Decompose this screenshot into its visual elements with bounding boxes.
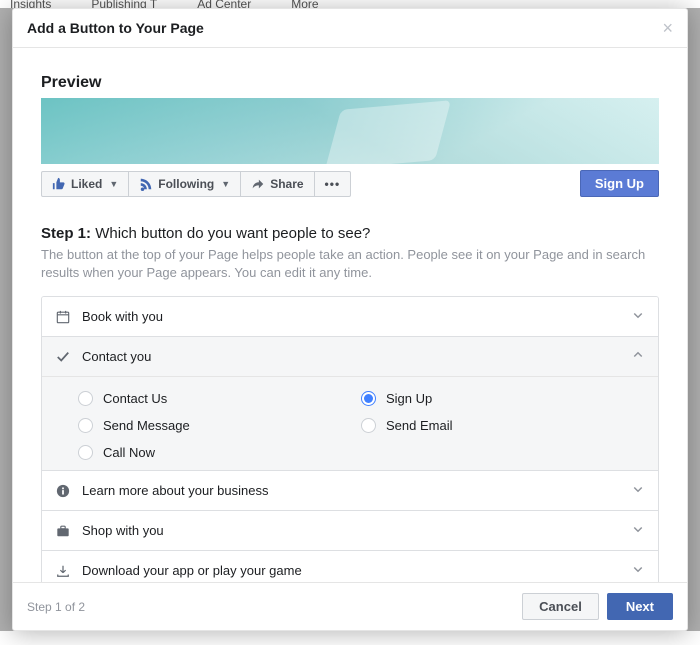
step-description: The button at the top of your Page helps…: [41, 246, 659, 282]
caret-down-icon: ▼: [109, 179, 118, 189]
caret-down-icon: ▼: [221, 179, 230, 189]
option-sign-up[interactable]: Sign Up: [361, 385, 644, 412]
chevron-up-icon: [632, 349, 644, 364]
page-cover-preview: [41, 98, 659, 164]
check-icon: [56, 350, 70, 364]
radio-icon: [78, 445, 93, 460]
panel-download[interactable]: Download your app or play your game: [42, 551, 658, 582]
chevron-down-icon: [632, 309, 644, 324]
option-send-message[interactable]: Send Message: [78, 412, 361, 439]
chevron-down-icon: [632, 563, 644, 578]
following-button[interactable]: Following ▼: [129, 171, 241, 197]
preview-heading: Preview: [41, 74, 659, 92]
next-button[interactable]: Next: [607, 593, 673, 620]
more-button[interactable]: •••: [315, 171, 352, 197]
button-category-accordion: Book with you Contact you: [41, 296, 659, 582]
radio-checked-icon: [361, 391, 376, 406]
option-call-now[interactable]: Call Now: [78, 439, 361, 466]
liked-button[interactable]: Liked ▼: [41, 171, 129, 197]
calendar-icon: [56, 310, 70, 324]
briefcase-icon: [56, 524, 70, 538]
close-icon[interactable]: ×: [662, 19, 673, 37]
panel-contact-body: Contact Us Sign Up Send Message: [42, 376, 658, 470]
cta-preview-button[interactable]: Sign Up: [580, 170, 659, 197]
panel-book[interactable]: Book with you: [42, 297, 658, 336]
modal-header: Add a Button to Your Page ×: [13, 9, 687, 48]
cancel-button[interactable]: Cancel: [522, 593, 599, 620]
panel-shop[interactable]: Shop with you: [42, 511, 658, 550]
option-send-email[interactable]: Send Email: [361, 412, 644, 439]
background-nav: InsightsPublishing TAd CenterMore: [0, 0, 700, 8]
add-button-modal: Add a Button to Your Page × Preview Like…: [12, 8, 688, 631]
radio-icon: [78, 391, 93, 406]
step-heading: Step 1: Which button do you want people …: [41, 225, 659, 242]
info-icon: [56, 484, 70, 498]
download-icon: [56, 564, 70, 578]
radio-icon: [361, 418, 376, 433]
chevron-down-icon: [632, 483, 644, 498]
like-thumb-icon: [52, 177, 66, 191]
radio-icon: [78, 418, 93, 433]
ellipsis-icon: •••: [325, 177, 341, 191]
panel-contact[interactable]: Contact you: [42, 337, 658, 376]
step-indicator: Step 1 of 2: [27, 600, 85, 614]
rss-icon: [139, 177, 153, 191]
share-button[interactable]: Share: [241, 171, 314, 197]
option-contact-us[interactable]: Contact Us: [78, 385, 361, 412]
modal-title: Add a Button to Your Page: [27, 20, 204, 36]
share-arrow-icon: [251, 177, 265, 191]
chevron-down-icon: [632, 523, 644, 538]
panel-learn-more[interactable]: Learn more about your business: [42, 471, 658, 510]
